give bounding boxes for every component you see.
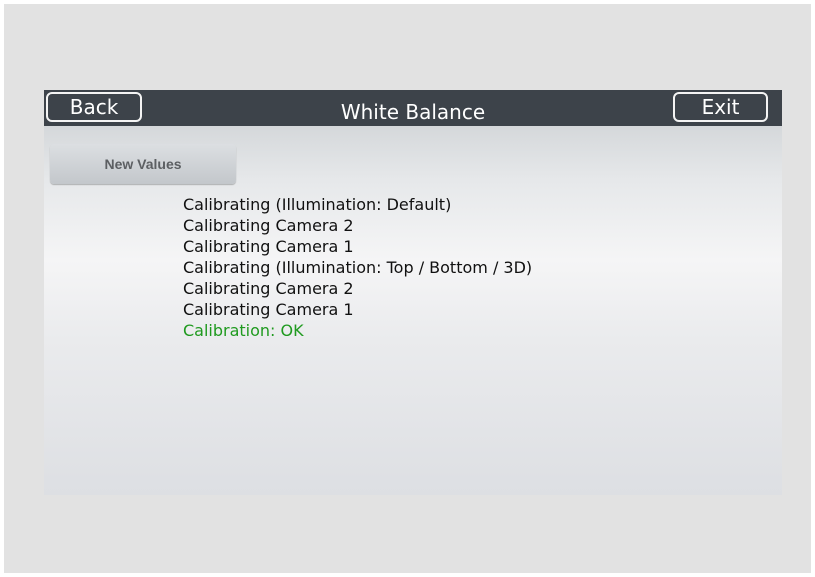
log-line: Calibrating (Illumination: Default) [183, 195, 452, 214]
calibration-log: Calibrating (Illumination: Default) Cali… [183, 194, 532, 341]
log-line: Calibrating (Illumination: Top / Bottom … [183, 258, 533, 277]
page-title: White Balance [340, 100, 486, 124]
new-values-button[interactable]: New Values [50, 144, 236, 184]
log-line: Calibrating Camera 2 [183, 216, 354, 235]
log-line: Calibrating Camera 2 [183, 279, 354, 298]
log-line: Calibrating Camera 1 [183, 300, 354, 319]
exit-button[interactable]: Exit [673, 92, 768, 122]
white-balance-panel: White Balance Back Exit New Values Calib… [44, 90, 782, 495]
log-line: Calibrating Camera 1 [183, 237, 354, 256]
back-button[interactable]: Back [46, 92, 142, 122]
title-bar: White Balance Back Exit [44, 90, 782, 126]
calibration-result: Calibration: OK [183, 321, 304, 340]
